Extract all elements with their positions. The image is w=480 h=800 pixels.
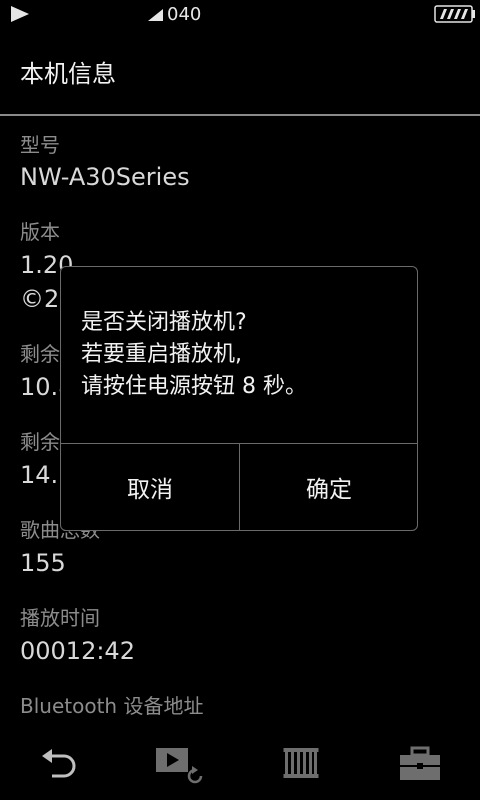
model-label: 型号 bbox=[20, 133, 60, 157]
battery-icon bbox=[434, 5, 475, 23]
now-playing-icon[interactable] bbox=[154, 746, 210, 784]
ok-button[interactable]: 确定 bbox=[240, 444, 418, 530]
dialog-line-1: 是否关闭播放机? bbox=[81, 310, 247, 335]
device-info-screen: 040 本机信息 型号 NW-A30Series 版本 1.20 ©20 剩余 … bbox=[0, 0, 480, 800]
play-triangle-icon bbox=[11, 6, 29, 22]
cancel-button[interactable]: 取消 bbox=[61, 444, 239, 530]
total-songs-value: 155 bbox=[20, 549, 66, 577]
back-icon[interactable] bbox=[40, 746, 80, 782]
bluetooth-address-label: Bluetooth 设备地址 bbox=[20, 694, 204, 718]
model-value: NW-A30Series bbox=[20, 163, 190, 191]
remaining-label-2: 剩余 bbox=[20, 430, 60, 454]
play-time-label: 播放时间 bbox=[20, 606, 100, 630]
title-divider bbox=[0, 114, 480, 116]
volume-level: 040 bbox=[167, 4, 202, 25]
dialog-line-3: 请按住电源按钮 8 秒。 bbox=[81, 374, 307, 399]
toolbox-icon[interactable] bbox=[398, 746, 442, 782]
page-title: 本机信息 bbox=[20, 60, 116, 88]
dialog-line-2: 若要重启播放机, bbox=[81, 342, 242, 367]
volume-wedge-icon bbox=[148, 9, 163, 21]
version-label: 版本 bbox=[20, 220, 60, 244]
power-off-dialog: 是否关闭播放机? 若要重启播放机, 请按住电源按钮 8 秒。 取消 确定 bbox=[60, 266, 418, 531]
remaining-label-1: 剩余 bbox=[20, 342, 60, 366]
library-icon[interactable] bbox=[282, 746, 320, 782]
bottom-nav-bar bbox=[0, 730, 480, 800]
play-time-value: 00012:42 bbox=[20, 637, 135, 665]
status-bar: 040 bbox=[0, 0, 480, 30]
dialog-message: 是否关闭播放机? 若要重启播放机, 请按住电源按钮 8 秒。 bbox=[81, 307, 401, 403]
